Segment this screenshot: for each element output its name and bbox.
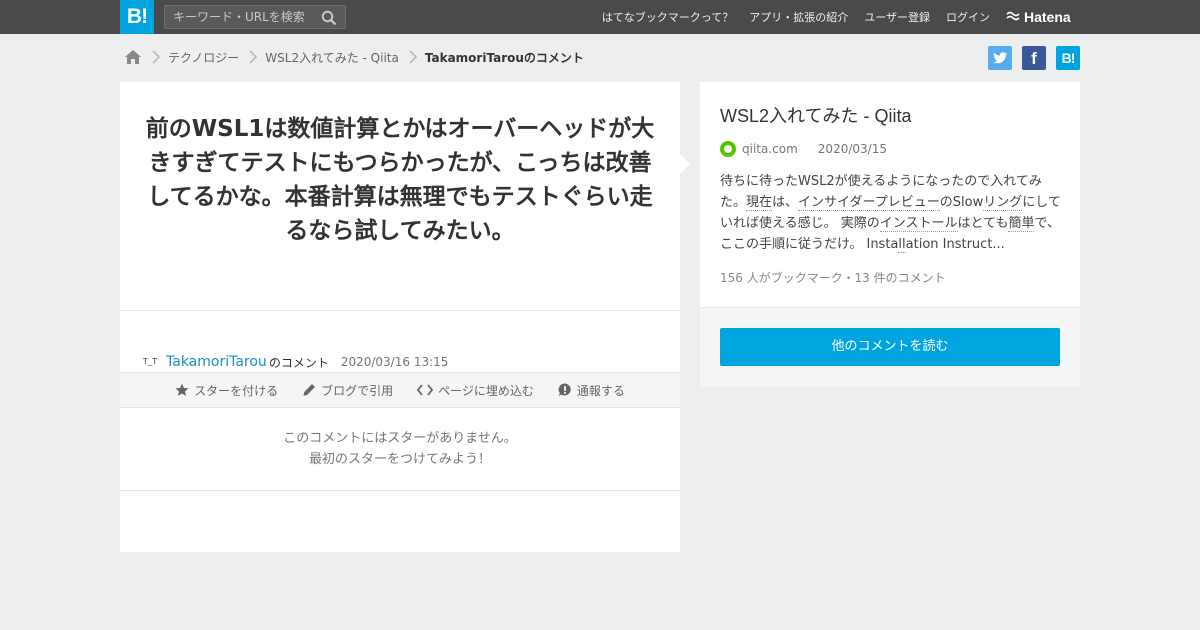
- entry-meta: qiita.com 2020/03/15: [720, 140, 887, 158]
- avatar[interactable]: T_T: [142, 354, 158, 370]
- stars-empty-message: このコメントにはスターがありません。 最初のスターをつけてみよう！: [120, 428, 680, 470]
- divider: [120, 490, 680, 491]
- star-icon: [175, 383, 189, 396]
- nav-about[interactable]: はてなブックマークって？: [602, 9, 733, 25]
- entry-title[interactable]: WSL2入れてみた - Qiita: [720, 102, 911, 128]
- chevron-right-icon: [409, 50, 417, 64]
- add-star-button[interactable]: スターを付ける: [175, 382, 278, 399]
- add-star-label: スターを付ける: [194, 383, 279, 398]
- comment-user-link[interactable]: TakamoriTarou: [166, 354, 267, 370]
- comment-actions: スターを付ける ブログで引用 ページに埋め込む 通報する: [120, 372, 680, 408]
- facebook-share-button[interactable]: f: [1022, 46, 1046, 70]
- qiita-favicon-icon: [720, 141, 736, 157]
- top-nav: はてなブックマークって？ アプリ・拡張の紹介 ユーザー登録 ログイン: [586, 0, 990, 34]
- twitter-bird-icon: [993, 52, 1008, 64]
- nav-login[interactable]: ログイン: [946, 9, 990, 25]
- quote-in-blog-button[interactable]: ブログで引用: [302, 382, 393, 399]
- report-icon: [558, 383, 571, 397]
- breadcrumb-current: TakamoriTarouのコメント: [424, 50, 584, 65]
- report-button[interactable]: 通報する: [558, 382, 625, 399]
- embed-label: ページに埋め込む: [438, 383, 534, 398]
- keyword-link[interactable]: リング: [983, 195, 1023, 211]
- pencil-icon: [303, 384, 316, 396]
- embed-button[interactable]: ページに埋め込む: [417, 382, 534, 399]
- desc-text: ation Instruct...: [905, 237, 1005, 252]
- quote-in-blog-label: ブログで引用: [321, 383, 394, 398]
- chevron-right-icon: [249, 50, 258, 64]
- desc-text: Slow: [952, 195, 984, 210]
- hatena-wave-icon: [1006, 11, 1020, 21]
- breadcrumb: テクノロジー WSL2入れてみた - Qiita TakamoriTarouのコ…: [124, 46, 584, 68]
- twitter-share-button[interactable]: [988, 46, 1012, 70]
- hatena-brand-text: Hatena: [1024, 9, 1071, 25]
- bookmark-count[interactable]: 156 人がブックマーク・13 件のコメント: [720, 269, 946, 286]
- entry-description: 待ちに待ったWSL2が使えるようになったので入れてみた。現在は、インサイダープレ…: [720, 171, 1062, 255]
- breadcrumb-entry[interactable]: WSL2入れてみた - Qiita: [265, 49, 399, 66]
- read-other-comments-button[interactable]: 他のコメントを読む: [720, 328, 1060, 366]
- stars-empty-line2: 最初のスターをつけてみよう！: [308, 452, 491, 467]
- desc-text: はとても: [957, 216, 1009, 231]
- top-bar: B! はてなブックマークって？ アプリ・拡張の紹介 ユーザー登録 ログイン Ha…: [0, 0, 1200, 34]
- comment-date[interactable]: 2020/03/16 13:15: [341, 355, 449, 369]
- desc-text: は、: [772, 195, 799, 210]
- comment-card: 前のWSL1は数値計算とかはオーバーヘッドが大きすぎてテストにもつらかったが、こ…: [120, 82, 690, 552]
- keyword-link[interactable]: 現在: [746, 195, 773, 211]
- breadcrumb-category[interactable]: テクノロジー: [168, 49, 239, 66]
- comment-user-suffix: のコメント: [268, 355, 329, 370]
- keyword-link[interactable]: ll: [898, 237, 906, 253]
- nav-register[interactable]: ユーザー登録: [864, 9, 930, 25]
- nav-apps[interactable]: アプリ・拡張の紹介: [749, 9, 848, 25]
- stars-empty-line1: このコメントにはスターがありません。: [283, 431, 517, 446]
- keyword-link[interactable]: 簡単: [1008, 216, 1035, 232]
- comment-meta: T_T TakamoriTarou のコメント 2020/03/16 13:15: [142, 352, 449, 372]
- code-icon: [417, 384, 434, 396]
- hatena-brand-link[interactable]: Hatena: [1006, 8, 1071, 26]
- entry-domain[interactable]: qiita.com: [742, 142, 798, 156]
- comment-text: 前のWSL1は数値計算とかはオーバーヘッドが大きすぎてテストにもつらかったが、こ…: [145, 116, 655, 244]
- desc-text: の: [939, 195, 953, 210]
- search-input[interactable]: [173, 9, 319, 25]
- search-icon[interactable]: [321, 10, 337, 26]
- report-label: 通報する: [576, 383, 625, 398]
- search-box[interactable]: [164, 5, 346, 29]
- keyword-link[interactable]: インストール: [879, 216, 958, 232]
- hatena-bookmark-share-button[interactable]: B!: [1056, 46, 1080, 70]
- entry-card-footer: 他のコメントを読む: [700, 307, 1080, 387]
- entry-card: WSL2入れてみた - Qiita qiita.com 2020/03/15 待…: [700, 82, 1080, 387]
- divider: [120, 310, 680, 311]
- chevron-right-icon: [152, 50, 160, 64]
- entry-date: 2020/03/15: [817, 142, 887, 156]
- home-icon[interactable]: [124, 49, 142, 65]
- hatena-bookmark-logo[interactable]: B!: [120, 0, 154, 34]
- keyword-link[interactable]: インサイダープレビュー: [798, 195, 940, 211]
